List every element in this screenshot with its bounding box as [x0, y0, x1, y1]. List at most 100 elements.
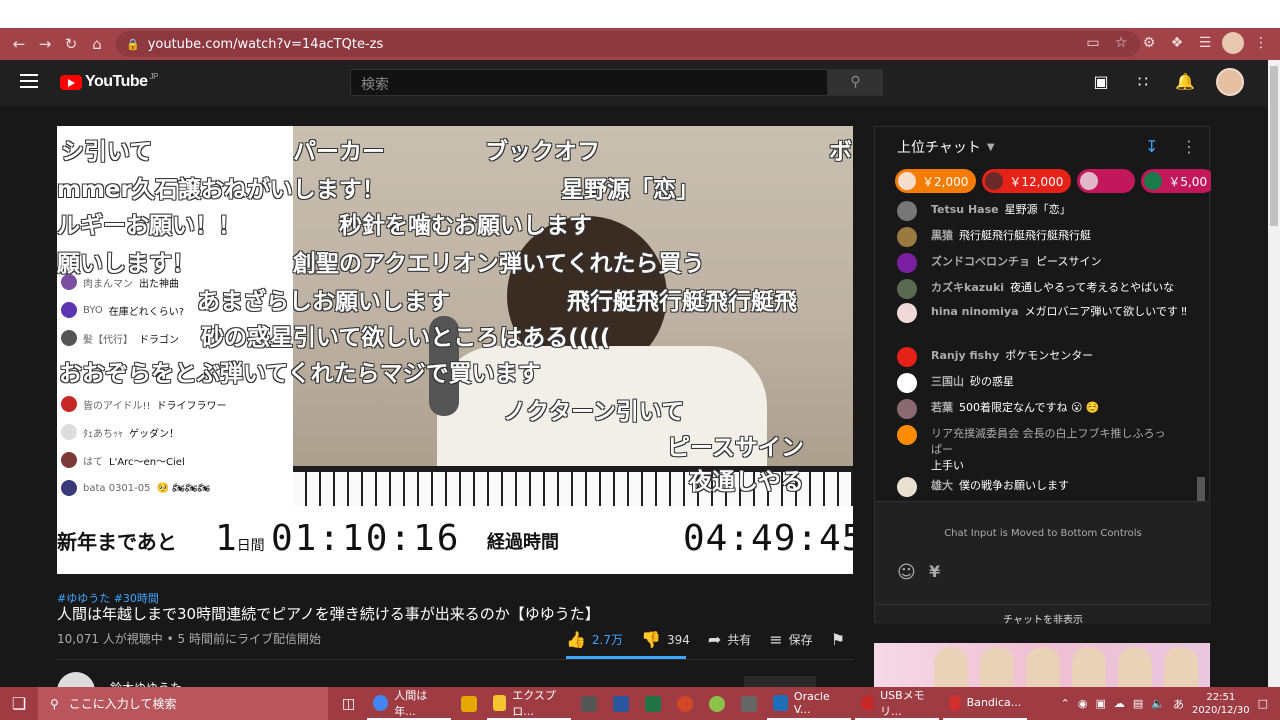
apps-grid-icon[interactable]: ∷	[1132, 71, 1154, 93]
danmaku-comment: 創聖のアクエリオン弾いてくれたら買う	[293, 251, 705, 277]
search-input[interactable]: 検索	[350, 69, 828, 96]
notifications-bell-icon[interactable]: 🔔	[1174, 71, 1196, 93]
danmaku-comment: 夜通しやる	[689, 469, 804, 495]
profile-icon[interactable]	[1222, 32, 1244, 54]
video-player[interactable]: 肉まんマン 出た神曲 BYO 在庫どれくらい? 髪【代行】 ドラゴン 皆のアイドル!!…	[57, 126, 853, 574]
menu-icon[interactable]: ⋮	[1250, 32, 1272, 54]
volume-icon[interactable]: 🔈	[1151, 697, 1165, 710]
save-button[interactable]: ≡ 保存	[769, 630, 812, 649]
record-icon	[949, 694, 961, 711]
taskbar-app-usb[interactable]: USBメモリ...	[855, 687, 940, 720]
chat-message: 雄大 僕の戦争お願いします	[897, 477, 1069, 497]
super-chat-ticker[interactable]: ￥2,000	[895, 169, 977, 193]
chrome-icon	[373, 694, 389, 711]
elapsed-label: 経過時間	[487, 532, 559, 553]
super-chat-ticker[interactable]	[1077, 169, 1136, 193]
taskbar-app-excel[interactable]	[639, 687, 667, 720]
taskbar-app-device[interactable]	[735, 687, 763, 720]
reading-list-icon[interactable]: ☰	[1194, 32, 1216, 54]
reload-icon[interactable]: ↻	[58, 35, 84, 53]
media-player-icon	[461, 695, 478, 712]
avatar	[897, 279, 917, 299]
chat-message: 三国山 砂の惑星	[897, 373, 1014, 393]
taskbar-app-explorer[interactable]: エクスプロ...	[487, 687, 572, 720]
forward-icon[interactable]: →	[32, 35, 58, 53]
chat-mode-dropdown[interactable]: 上位チャット ▼ ↧ ⋮	[875, 127, 1209, 167]
ime-indicator[interactable]: あ	[1173, 696, 1184, 712]
taskbar-search-input[interactable]: ⚲ ここに入力して検索	[38, 687, 328, 720]
folder-tray-icon[interactable]: ▣	[1095, 697, 1105, 710]
avatar	[897, 253, 917, 273]
chat-message: ズンドコベロンチョ ピースサイン	[897, 253, 1101, 273]
record-tray-icon[interactable]: ◉	[1078, 697, 1088, 710]
taskbar-clock[interactable]: 22:51 2020/12/30	[1192, 691, 1250, 717]
star-icon[interactable]: ☆	[1110, 32, 1132, 54]
chat-message: hina ninomiya メガロバニア弾いて欲しいです ‼	[897, 303, 1187, 323]
ad-banner[interactable]	[874, 643, 1210, 688]
search-button[interactable]: ⚲	[828, 69, 883, 96]
task-view-icon[interactable]: ◫	[342, 696, 355, 712]
avatar	[898, 172, 916, 190]
download-arrow-icon[interactable]: ↧	[1145, 137, 1158, 156]
back-icon[interactable]: ←	[6, 35, 32, 53]
more-options-icon[interactable]: ⋮	[1181, 137, 1197, 156]
taskbar-app-word[interactable]	[607, 687, 635, 720]
puzzle-icon[interactable]: ❖	[1166, 32, 1188, 54]
countdown-overlay: 新年まであと 1日間 01:10:16 経過時間 04:49:45	[57, 506, 853, 574]
danmaku-comment: おおぞらをとぶ弾いてくれたらマジで買います	[59, 361, 541, 387]
youtube-play-icon	[60, 74, 82, 90]
super-chat-yen-icon[interactable]: ¥	[929, 562, 940, 581]
network-icon[interactable]: ▤	[1133, 697, 1143, 710]
hide-chat-button[interactable]: チャットを非表示	[875, 604, 1211, 626]
avatar	[897, 399, 917, 419]
share-button[interactable]: ➦ 共有	[708, 630, 751, 649]
danmaku-comment: ピースサイン	[667, 435, 804, 461]
chat-message: リア充撲滅委員会 会長の白上フブキ推しふろっぱー 上手い	[897, 425, 1167, 473]
like-button[interactable]: 👍 2.7万	[566, 630, 623, 649]
report-button[interactable]: ⚑	[831, 630, 845, 649]
chat-scrollbar[interactable]	[1197, 477, 1205, 501]
flag-icon: ⚑	[830, 630, 846, 649]
danmaku-comment: ルギーお願い！！	[57, 213, 241, 239]
dislike-button[interactable]: 👎 394	[641, 630, 690, 649]
extension-icon[interactable]: ⚙	[1138, 32, 1160, 54]
cast-icon[interactable]: ▭	[1082, 32, 1104, 54]
address-bar[interactable]: 🔒 youtube.com/watch?v=14acTQte-zs	[116, 31, 1140, 57]
chevron-down-icon: ▼	[986, 141, 995, 153]
search-icon: ⚲	[850, 74, 861, 90]
avatar	[985, 172, 1004, 190]
taskbar-app-green[interactable]	[703, 687, 731, 720]
video-title: 人間は年越しまで30時間連続でピアノを弾き続ける事が出来るのか【ゆゆうた】	[57, 605, 600, 623]
font-app-icon	[581, 695, 598, 712]
taskbar-app-virtualbox[interactable]: Oracle V...	[767, 687, 852, 720]
chat-input-area: Chat Input is Moved to Bottom Controls ☺…	[875, 501, 1211, 626]
taskbar-app-bandicam[interactable]: Bandica...	[943, 687, 1028, 720]
youtube-logo[interactable]: YouTube JP	[60, 72, 158, 91]
taskbar-app-media[interactable]	[455, 687, 483, 720]
notification-icon[interactable]: □	[1258, 697, 1268, 710]
account-avatar[interactable]	[1216, 68, 1244, 96]
super-chat-ticker[interactable]: ￥5,00	[1141, 169, 1211, 193]
page-scrollbar[interactable]	[1268, 60, 1280, 687]
chat-input-info: Chat Input is Moved to Bottom Controls	[944, 528, 1142, 539]
emoji-icon[interactable]: ☺	[897, 562, 916, 583]
taskbar-app-font[interactable]	[575, 687, 603, 720]
create-video-icon[interactable]: ▣	[1090, 71, 1112, 93]
device-icon	[741, 695, 758, 712]
chat-message: Ranjy fishy ポケモンセンター	[897, 347, 1093, 367]
hamburger-menu-icon[interactable]	[20, 74, 38, 88]
cloud-icon[interactable]: ☁	[1114, 697, 1125, 710]
danmaku-comment: 飛行艇飛行艇飛行艇飛	[567, 289, 797, 315]
home-icon[interactable]: ⌂	[84, 35, 110, 53]
share-icon: ➦	[707, 630, 722, 649]
elapsed-clock: 04:49:45	[683, 518, 853, 559]
chat-message: Tetsu Hase 星野源「恋」	[897, 201, 1071, 221]
playlist-add-icon: ≡	[769, 630, 783, 649]
windows-start-icon[interactable]: ❏	[0, 687, 38, 720]
super-chat-ticker[interactable]: ￥12,000	[982, 169, 1072, 193]
danmaku-comment: ブックオフ	[485, 139, 600, 165]
taskbar-app-chrome[interactable]: 人間は年...	[367, 687, 452, 720]
chevron-up-icon[interactable]: ⌃	[1061, 697, 1070, 710]
browser-tabstrip	[0, 0, 1280, 28]
taskbar-app-powerpoint[interactable]	[671, 687, 699, 720]
